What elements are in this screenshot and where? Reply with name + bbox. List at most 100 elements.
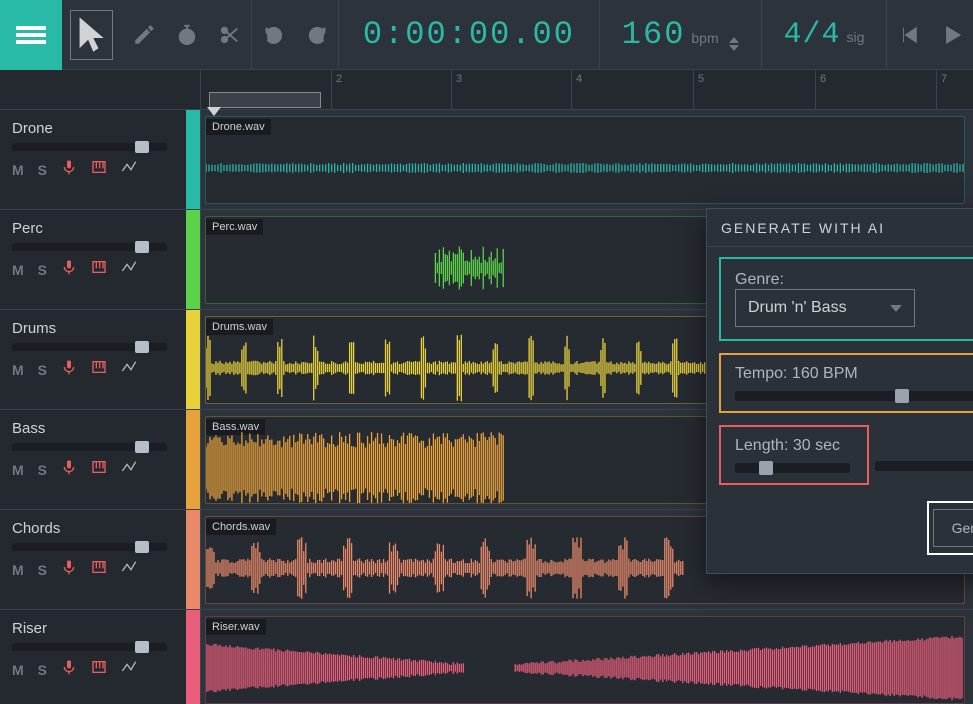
automation-button[interactable] (121, 259, 137, 280)
track-lane[interactable]: Drone.wav (201, 110, 973, 210)
piano-icon (91, 559, 107, 575)
bpm-spinner[interactable] (729, 37, 739, 51)
cut-tool[interactable] (209, 0, 252, 70)
signature-display[interactable]: 4/4 sig (761, 20, 886, 50)
automation-icon (121, 359, 137, 375)
automation-icon (121, 259, 137, 275)
pencil-tool[interactable] (123, 0, 166, 70)
ruler-tick: 6 (815, 70, 830, 109)
record-arm-button[interactable] (61, 559, 77, 580)
track-color-strip (186, 310, 200, 409)
play-button[interactable] (930, 0, 973, 70)
record-arm-button[interactable] (61, 459, 77, 480)
automation-button[interactable] (121, 359, 137, 380)
volume-slider[interactable] (12, 443, 167, 451)
length-slider-ext[interactable] (875, 461, 973, 471)
track-header[interactable]: Bass M S (0, 410, 200, 510)
track-name: Drone (12, 120, 188, 137)
mute-button[interactable]: M (12, 362, 24, 378)
arrangement-area[interactable]: 234567 Drone.wavPerc.wavDrums.wavBass.wa… (201, 70, 973, 704)
audio-clip[interactable]: Riser.wav (205, 616, 965, 704)
track-header[interactable]: Drone M S (0, 110, 200, 210)
track-header[interactable]: Chords M S (0, 510, 200, 610)
mute-button[interactable]: M (12, 162, 24, 178)
volume-slider[interactable] (12, 543, 167, 551)
track-header[interactable]: Perc M S (0, 210, 200, 310)
automation-button[interactable] (121, 159, 137, 180)
track-lane[interactable]: Riser.wav (201, 610, 973, 704)
bpm-label: bpm (691, 30, 718, 46)
generate-ai-panel: GENERATE WITH AI ✕ Genre: Drum 'n' Bass … (706, 208, 973, 574)
generate-button-frame: Generate (927, 501, 973, 555)
ruler-tick: 3 (451, 70, 466, 109)
piano-button[interactable] (91, 459, 107, 480)
bpm-display[interactable]: 160 bpm (600, 19, 761, 51)
piano-button[interactable] (91, 659, 107, 680)
length-field: Length: 30 sec (719, 425, 869, 485)
rewind-button[interactable] (887, 0, 930, 70)
piano-button[interactable] (91, 259, 107, 280)
solo-button[interactable]: S (38, 262, 47, 278)
automation-icon (121, 659, 137, 675)
pointer-tool[interactable] (70, 10, 113, 60)
top-toolbar: 0:00:00.00 160 bpm 4/4 sig (0, 0, 973, 70)
genre-value: Drum 'n' Bass (748, 299, 847, 317)
volume-slider[interactable] (12, 243, 167, 251)
automation-button[interactable] (121, 559, 137, 580)
volume-slider[interactable] (12, 643, 167, 651)
piano-icon (91, 159, 107, 175)
track-header[interactable]: Riser M S (0, 610, 200, 704)
sig-label: sig (847, 29, 865, 45)
piano-button[interactable] (91, 159, 107, 180)
genre-select[interactable]: Drum 'n' Bass (735, 289, 915, 327)
redo-button[interactable] (295, 0, 338, 70)
track-name: Bass (12, 420, 188, 437)
scissors-icon (219, 24, 241, 46)
record-arm-button[interactable] (61, 659, 77, 680)
mute-button[interactable]: M (12, 562, 24, 578)
track-header[interactable]: Drums M S (0, 310, 200, 410)
ruler-tick: 4 (571, 70, 586, 109)
track-color-strip (186, 610, 200, 704)
length-slider[interactable] (735, 463, 850, 473)
automation-button[interactable] (121, 659, 137, 680)
solo-button[interactable]: S (38, 162, 47, 178)
timeline-ruler[interactable]: 234567 (201, 70, 973, 110)
record-arm-button[interactable] (61, 359, 77, 380)
piano-icon (91, 659, 107, 675)
track-color-strip (186, 110, 200, 209)
piano-button[interactable] (91, 359, 107, 380)
tempo-slider[interactable] (735, 391, 973, 401)
piano-button[interactable] (91, 559, 107, 580)
volume-slider[interactable] (12, 343, 167, 351)
tempo-field: Tempo: 160 BPM (719, 353, 973, 413)
solo-button[interactable]: S (38, 462, 47, 478)
playhead-marker[interactable] (209, 92, 321, 108)
mic-icon (61, 259, 77, 275)
mute-button[interactable]: M (12, 262, 24, 278)
solo-button[interactable]: S (38, 662, 47, 678)
track-headers: Drone M S Perc M S Drums M S (0, 70, 201, 704)
length-label: Length: 30 sec (735, 437, 853, 455)
audio-clip[interactable]: Drone.wav (205, 116, 965, 204)
record-arm-button[interactable] (61, 259, 77, 280)
menu-button[interactable] (0, 0, 62, 70)
mute-button[interactable]: M (12, 462, 24, 478)
cursor-icon (71, 14, 112, 55)
mic-icon (61, 659, 77, 675)
record-arm-button[interactable] (61, 159, 77, 180)
volume-slider[interactable] (12, 143, 167, 151)
piano-icon (91, 259, 107, 275)
undo-button[interactable] (252, 0, 295, 70)
solo-button[interactable]: S (38, 562, 47, 578)
stopwatch-tool[interactable] (166, 0, 209, 70)
generate-button[interactable]: Generate (933, 509, 973, 547)
automation-button[interactable] (121, 459, 137, 480)
time-display[interactable]: 0:00:00.00 (339, 19, 599, 51)
solo-button[interactable]: S (38, 362, 47, 378)
mute-button[interactable]: M (12, 662, 24, 678)
ruler-tick: 2 (331, 70, 346, 109)
chevron-down-icon (890, 305, 902, 312)
sig-value: 4/4 (783, 20, 840, 50)
ai-panel-header[interactable]: GENERATE WITH AI ✕ (707, 209, 973, 247)
